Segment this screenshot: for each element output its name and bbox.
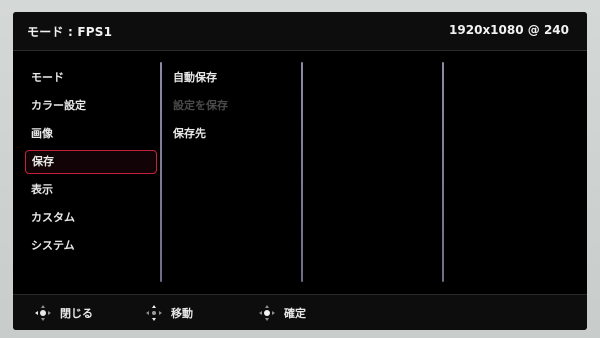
close-label: 閉じる xyxy=(60,307,93,320)
menu-item-picture[interactable]: 画像 xyxy=(25,122,157,146)
submenu-item-save-settings: 設定を保存 xyxy=(173,99,228,112)
confirm-label: 確定 xyxy=(284,307,306,320)
menu-item-display[interactable]: 表示 xyxy=(25,178,157,202)
footer-close[interactable]: 閉じる xyxy=(35,304,93,322)
current-mode-label: モード : FPS1 xyxy=(27,25,113,39)
move-label: 移動 xyxy=(171,307,193,320)
menu-item-custom[interactable]: カスタム xyxy=(25,206,157,230)
joystick-press-icon xyxy=(259,305,275,321)
submenu-item-auto-save[interactable]: 自動保存 xyxy=(171,66,303,90)
menu-item-mode[interactable]: モード xyxy=(25,66,157,90)
footer-move[interactable]: 移動 xyxy=(146,304,193,322)
footer-confirm[interactable]: 確定 xyxy=(259,304,306,322)
submenu: 自動保存 設定を保存 保存先 xyxy=(171,66,303,150)
menu-item-color-settings[interactable]: カラー設定 xyxy=(25,94,157,118)
joystick-left-icon xyxy=(35,305,51,321)
joystick-updown-icon xyxy=(146,305,162,321)
osd-footer: 閉じる 移動 確定 xyxy=(13,294,587,330)
submenu-item-save-destination[interactable]: 保存先 xyxy=(171,122,303,146)
column-divider-1 xyxy=(160,62,162,282)
column-divider-3 xyxy=(442,62,444,282)
osd-panel: モード : FPS1 1920x1080 @ 240 モード カラー設定 画像 … xyxy=(13,12,587,330)
resolution-refresh-label: 1920x1080 @ 240 xyxy=(449,23,569,37)
main-menu: モード カラー設定 画像 保存 表示 カスタム システム xyxy=(25,66,157,262)
osd-header: モード : FPS1 1920x1080 @ 240 xyxy=(13,12,587,51)
menu-item-system[interactable]: システム xyxy=(25,234,157,258)
menu-item-save[interactable]: 保存 xyxy=(25,150,157,174)
